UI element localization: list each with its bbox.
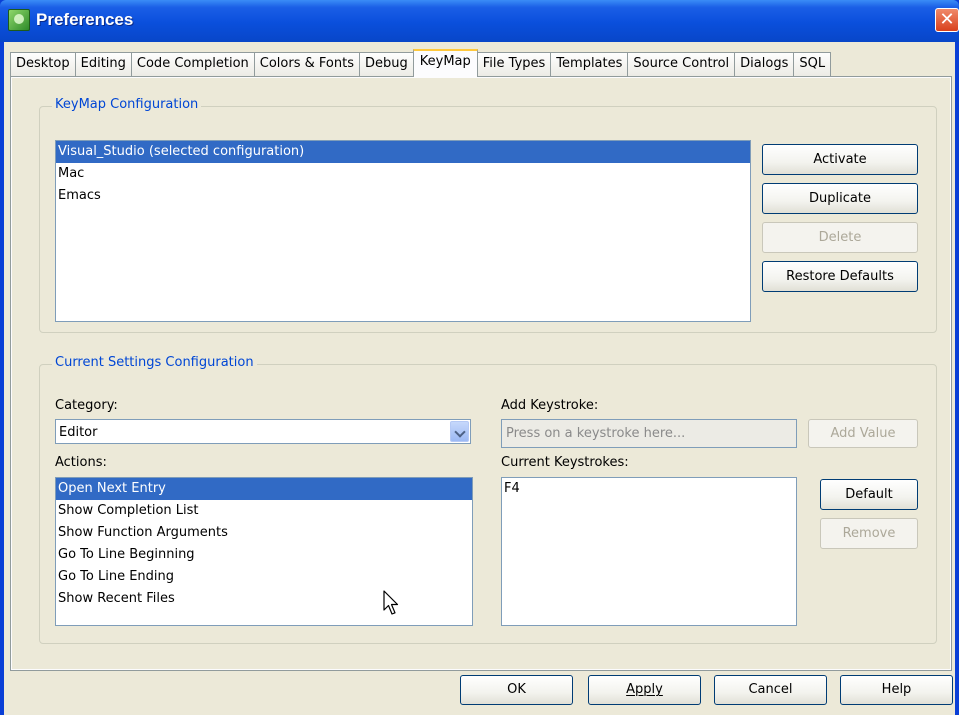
list-item-action[interactable]: Show Function Arguments xyxy=(56,522,472,544)
remove-button[interactable]: Remove xyxy=(820,518,918,549)
tab-strip: Desktop Editing Code Completion Colors &… xyxy=(10,49,832,77)
category-label: Category: xyxy=(55,398,118,413)
add-value-button[interactable]: Add Value xyxy=(808,419,918,448)
actions-label: Actions: xyxy=(55,455,107,470)
tab-colors-fonts[interactable]: Colors & Fonts xyxy=(253,52,360,76)
delete-button[interactable]: Delete xyxy=(762,222,918,253)
list-item-action[interactable]: Open Next Entry xyxy=(56,478,472,500)
category-value: Editor xyxy=(59,425,98,440)
tab-code-completion[interactable]: Code Completion xyxy=(130,52,255,76)
list-item-visual-studio[interactable]: Visual_Studio (selected configuration) xyxy=(56,141,750,163)
ok-button[interactable]: OK xyxy=(460,675,573,705)
add-keystroke-label: Add Keystroke: xyxy=(501,398,599,413)
tab-debug[interactable]: Debug xyxy=(358,52,414,76)
tab-editing[interactable]: Editing xyxy=(74,52,132,76)
cancel-button[interactable]: Cancel xyxy=(714,675,827,705)
tab-sql[interactable]: SQL xyxy=(793,52,832,76)
list-item-emacs[interactable]: Emacs xyxy=(56,185,750,207)
current-settings-group: Current Settings Configuration Category:… xyxy=(39,355,937,644)
activate-button[interactable]: Activate xyxy=(762,144,918,175)
chevron-down-icon[interactable] xyxy=(450,421,469,442)
preferences-window: Preferences ✕ Desktop Editing Code Compl… xyxy=(0,0,959,715)
keystroke-input[interactable] xyxy=(502,420,796,447)
title-bar[interactable]: Preferences ✕ xyxy=(0,0,959,42)
list-item-action[interactable]: Show Recent Files xyxy=(56,588,472,610)
app-logo-icon xyxy=(8,9,30,31)
list-item-action[interactable]: Go To Line Ending xyxy=(56,566,472,588)
tab-desktop[interactable]: Desktop xyxy=(10,52,76,76)
restore-defaults-button[interactable]: Restore Defaults xyxy=(762,261,918,292)
current-keystrokes-list[interactable]: F4 xyxy=(501,477,797,626)
keymap-configuration-list[interactable]: Visual_Studio (selected configuration) M… xyxy=(55,140,751,322)
apply-button[interactable]: Apply xyxy=(588,675,701,705)
tab-dialogs[interactable]: Dialogs xyxy=(734,52,795,76)
category-dropdown[interactable]: Editor xyxy=(55,419,471,444)
window-title: Preferences xyxy=(36,10,134,29)
keymap-group-title: KeyMap Configuration xyxy=(52,97,202,112)
duplicate-button[interactable]: Duplicate xyxy=(762,183,918,214)
tab-keymap[interactable]: KeyMap xyxy=(412,49,478,77)
keymap-tab-panel: KeyMap Configuration Visual_Studio (sele… xyxy=(10,76,952,671)
tab-panel-body: KeyMap Configuration Visual_Studio (sele… xyxy=(12,78,950,669)
keymap-configuration-group: KeyMap Configuration Visual_Studio (sele… xyxy=(39,97,937,333)
actions-list[interactable]: Open Next Entry Show Completion List Sho… xyxy=(55,477,473,626)
help-button[interactable]: Help xyxy=(840,675,953,705)
current-keystrokes-label: Current Keystrokes: xyxy=(501,455,629,470)
dialog-client-area: Desktop Editing Code Completion Colors &… xyxy=(4,42,955,715)
list-item-action[interactable]: Go To Line Beginning xyxy=(56,544,472,566)
list-item-action[interactable]: Show Completion List xyxy=(56,500,472,522)
tab-templates[interactable]: Templates xyxy=(550,52,629,76)
list-item-mac[interactable]: Mac xyxy=(56,163,750,185)
tab-file-types[interactable]: File Types xyxy=(476,52,552,76)
settings-group-title: Current Settings Configuration xyxy=(52,355,257,370)
close-button[interactable]: ✕ xyxy=(935,8,959,32)
tab-source-control[interactable]: Source Control xyxy=(627,52,736,76)
mouse-pointer-icon xyxy=(383,590,399,615)
list-item-keystroke[interactable]: F4 xyxy=(502,478,796,500)
default-button[interactable]: Default xyxy=(820,479,918,510)
keystroke-input-box xyxy=(501,419,797,448)
